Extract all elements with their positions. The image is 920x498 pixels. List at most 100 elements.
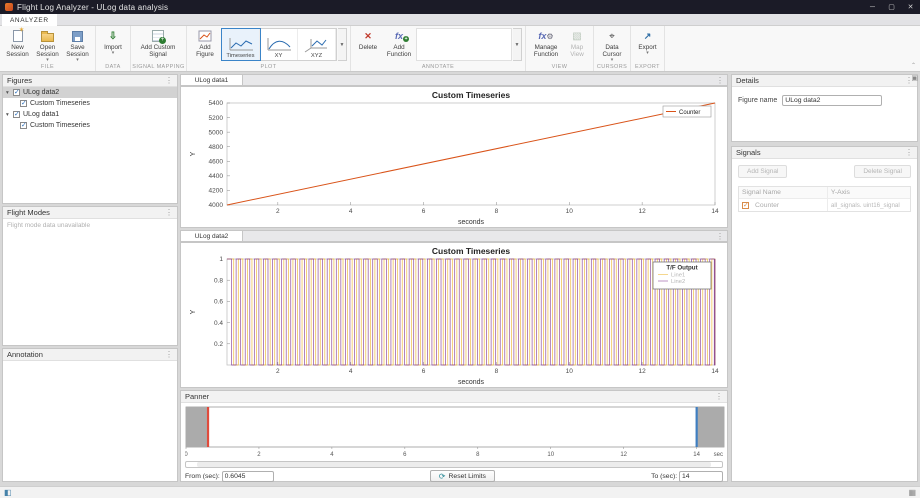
- panner-range-slider[interactable]: [185, 461, 723, 468]
- tree-item-label: ULog data1: [23, 111, 59, 118]
- panner-slider-thumb[interactable]: [197, 462, 712, 467]
- svg-text:6: 6: [422, 208, 426, 215]
- from-input[interactable]: [222, 471, 274, 482]
- close-icon[interactable]: ✕: [901, 0, 920, 14]
- signals-panel-menu-icon[interactable]: ⋮: [905, 149, 913, 157]
- group-label-data: DATA: [96, 64, 130, 70]
- add-figure-button[interactable]: Add Figure: [190, 28, 220, 58]
- tab-analyzer[interactable]: ANALYZER: [2, 14, 57, 26]
- data-cursor-button[interactable]: ⌖ Data Cursor ▾: [597, 28, 627, 63]
- plot-gallery: Timeseries XY XYZ: [221, 28, 337, 61]
- svg-text:2: 2: [276, 208, 280, 215]
- signals-panel: Signals ⋮ Add Signal Delete Signal Signa…: [731, 146, 918, 482]
- tree-item-ulog-data2[interactable]: ▾ ULog data2: [3, 87, 177, 98]
- chevron-down-icon: ▾: [76, 58, 79, 63]
- svg-text:14: 14: [711, 368, 719, 375]
- manage-function-label: Manage Function: [529, 44, 563, 58]
- checkbox[interactable]: [20, 122, 27, 129]
- status-left-icon[interactable]: ◧: [4, 488, 12, 498]
- gallery-item-timeseries[interactable]: Timeseries: [222, 29, 260, 60]
- add-signal-button[interactable]: Add Signal: [738, 165, 787, 178]
- collapse-ribbon-icon[interactable]: ⌃: [911, 62, 916, 69]
- svg-text:5000: 5000: [209, 129, 224, 136]
- add-custom-signal-button[interactable]: Add Custom Signal: [134, 28, 182, 58]
- annotation-panel-menu-icon[interactable]: ⋮: [165, 351, 173, 359]
- open-session-icon: [41, 33, 54, 42]
- open-session-button[interactable]: Open Session ▾: [33, 28, 62, 63]
- maximize-icon[interactable]: ▢: [882, 0, 901, 14]
- delete-button[interactable]: ✕ Delete: [354, 28, 382, 51]
- export-icon: ↗: [644, 33, 652, 40]
- svg-text:0.8: 0.8: [214, 277, 223, 284]
- group-label-annotate: ANNOTATE: [351, 64, 525, 70]
- save-session-button[interactable]: Save Session ▾: [63, 28, 92, 63]
- delete-signal-button[interactable]: Delete Signal: [854, 165, 911, 178]
- minimize-icon[interactable]: ─: [863, 0, 882, 14]
- checkbox[interactable]: [13, 89, 20, 96]
- svg-text:Y: Y: [190, 309, 197, 314]
- figure-name-input[interactable]: [782, 95, 882, 106]
- column-signal-name: Signal Name: [739, 187, 828, 198]
- collapse-arrow-icon[interactable]: ▾: [6, 112, 13, 118]
- map-view-button[interactable]: ▧ Map View: [564, 28, 590, 58]
- svg-text:0.2: 0.2: [214, 341, 223, 348]
- import-icon: ⇩: [109, 33, 117, 40]
- signal-row-counter[interactable]: Counter all_signals. uint16_signal: [739, 199, 910, 211]
- column-y-axis: Y-Axis: [828, 187, 910, 198]
- tree-item-label: Custom Timeseries: [30, 100, 90, 107]
- export-button[interactable]: ↗ Export ▾: [634, 28, 661, 56]
- tree-item-custom-timeseries-2[interactable]: Custom Timeseries: [3, 120, 177, 131]
- ribbon-group-cursors: ⌖ Data Cursor ▾ CURSORS: [594, 26, 631, 71]
- group-label-file: FILE: [0, 64, 95, 70]
- svg-text:0: 0: [185, 452, 188, 458]
- timeseries-chart-ulog-data1[interactable]: 2468101214400042004400460048005000520054…: [181, 87, 727, 227]
- manage-function-button[interactable]: fx⚙ Manage Function: [529, 28, 563, 58]
- tree-item-ulog-data1[interactable]: ▾ ULog data1: [3, 109, 177, 120]
- svg-text:Custom Timeseries: Custom Timeseries: [432, 90, 511, 100]
- tab-ulog-data2[interactable]: ULog data2: [181, 231, 243, 241]
- import-button[interactable]: ⇩ Import ▾: [99, 28, 127, 56]
- figure2-tab-bar: ULog data2 ⋮: [180, 230, 728, 242]
- title-bar: Flight Log Analyzer - ULog data analysis…: [0, 0, 920, 14]
- tab-ulog-data1[interactable]: ULog data1: [181, 75, 243, 85]
- figures-panel-menu-icon[interactable]: ⋮: [165, 77, 173, 85]
- to-input[interactable]: [679, 471, 723, 482]
- signals-panel-header: Signals ⋮: [732, 147, 917, 159]
- annotate-gallery-down-icon[interactable]: ▼: [513, 28, 522, 61]
- reset-icon: ⟳: [439, 472, 446, 481]
- status-right-icon[interactable]: ▦: [908, 488, 916, 498]
- ribbon-tabstrip: ANALYZER: [0, 14, 920, 26]
- svg-text:5200: 5200: [209, 115, 224, 122]
- ribbon-group-plot: Add Figure Timeseries XY: [187, 26, 351, 71]
- panner-panel-menu-icon[interactable]: ⋮: [715, 393, 723, 401]
- flight-modes-panel-menu-icon[interactable]: ⋮: [165, 209, 173, 217]
- tree-item-label: Custom Timeseries: [30, 122, 90, 129]
- figure1-menu-icon[interactable]: ⋮: [716, 77, 724, 85]
- svg-text:seconds: seconds: [458, 379, 485, 386]
- add-function-button[interactable]: fx Add Function: [383, 28, 415, 58]
- svg-text:Line1: Line1: [671, 273, 685, 279]
- svg-text:4200: 4200: [209, 188, 224, 195]
- gallery-item-xy[interactable]: XY: [260, 29, 298, 60]
- reset-limits-button[interactable]: ⟳ Reset Limits: [430, 470, 495, 482]
- new-session-button[interactable]: New Session: [3, 28, 32, 58]
- panner-controls: From (sec): ⟳ Reset Limits To (sec):: [185, 470, 723, 482]
- ribbon-group-signal-mapping: Add Custom Signal SIGNAL MAPPING: [131, 26, 187, 71]
- gallery-item-xyz[interactable]: XYZ: [298, 29, 336, 60]
- annotation-panel-title: Annotation: [7, 350, 43, 359]
- figure2-menu-icon[interactable]: ⋮: [716, 233, 724, 241]
- tree-item-custom-timeseries-1[interactable]: Custom Timeseries: [3, 98, 177, 109]
- panel-layout-icon[interactable]: ▣: [911, 74, 918, 82]
- signal-checkbox[interactable]: [742, 202, 749, 209]
- timeseries-chart-ulog-data2[interactable]: 24681012140.20.40.60.81Custom Timeseries…: [181, 243, 727, 387]
- ribbon-group-file: New Session Open Session ▾ Save Session …: [0, 26, 96, 71]
- data-cursor-icon: ⌖: [609, 33, 615, 40]
- checkbox[interactable]: [20, 100, 27, 107]
- collapse-arrow-icon[interactable]: ▾: [6, 90, 13, 96]
- map-view-icon: ▧: [572, 33, 581, 40]
- checkbox[interactable]: [13, 111, 20, 118]
- gallery-scroll-down-icon[interactable]: ▼: [338, 28, 347, 61]
- panner-strip[interactable]: 02468101214sec: [185, 405, 725, 459]
- add-figure-icon: [198, 30, 212, 42]
- delete-icon: ✕: [364, 33, 372, 40]
